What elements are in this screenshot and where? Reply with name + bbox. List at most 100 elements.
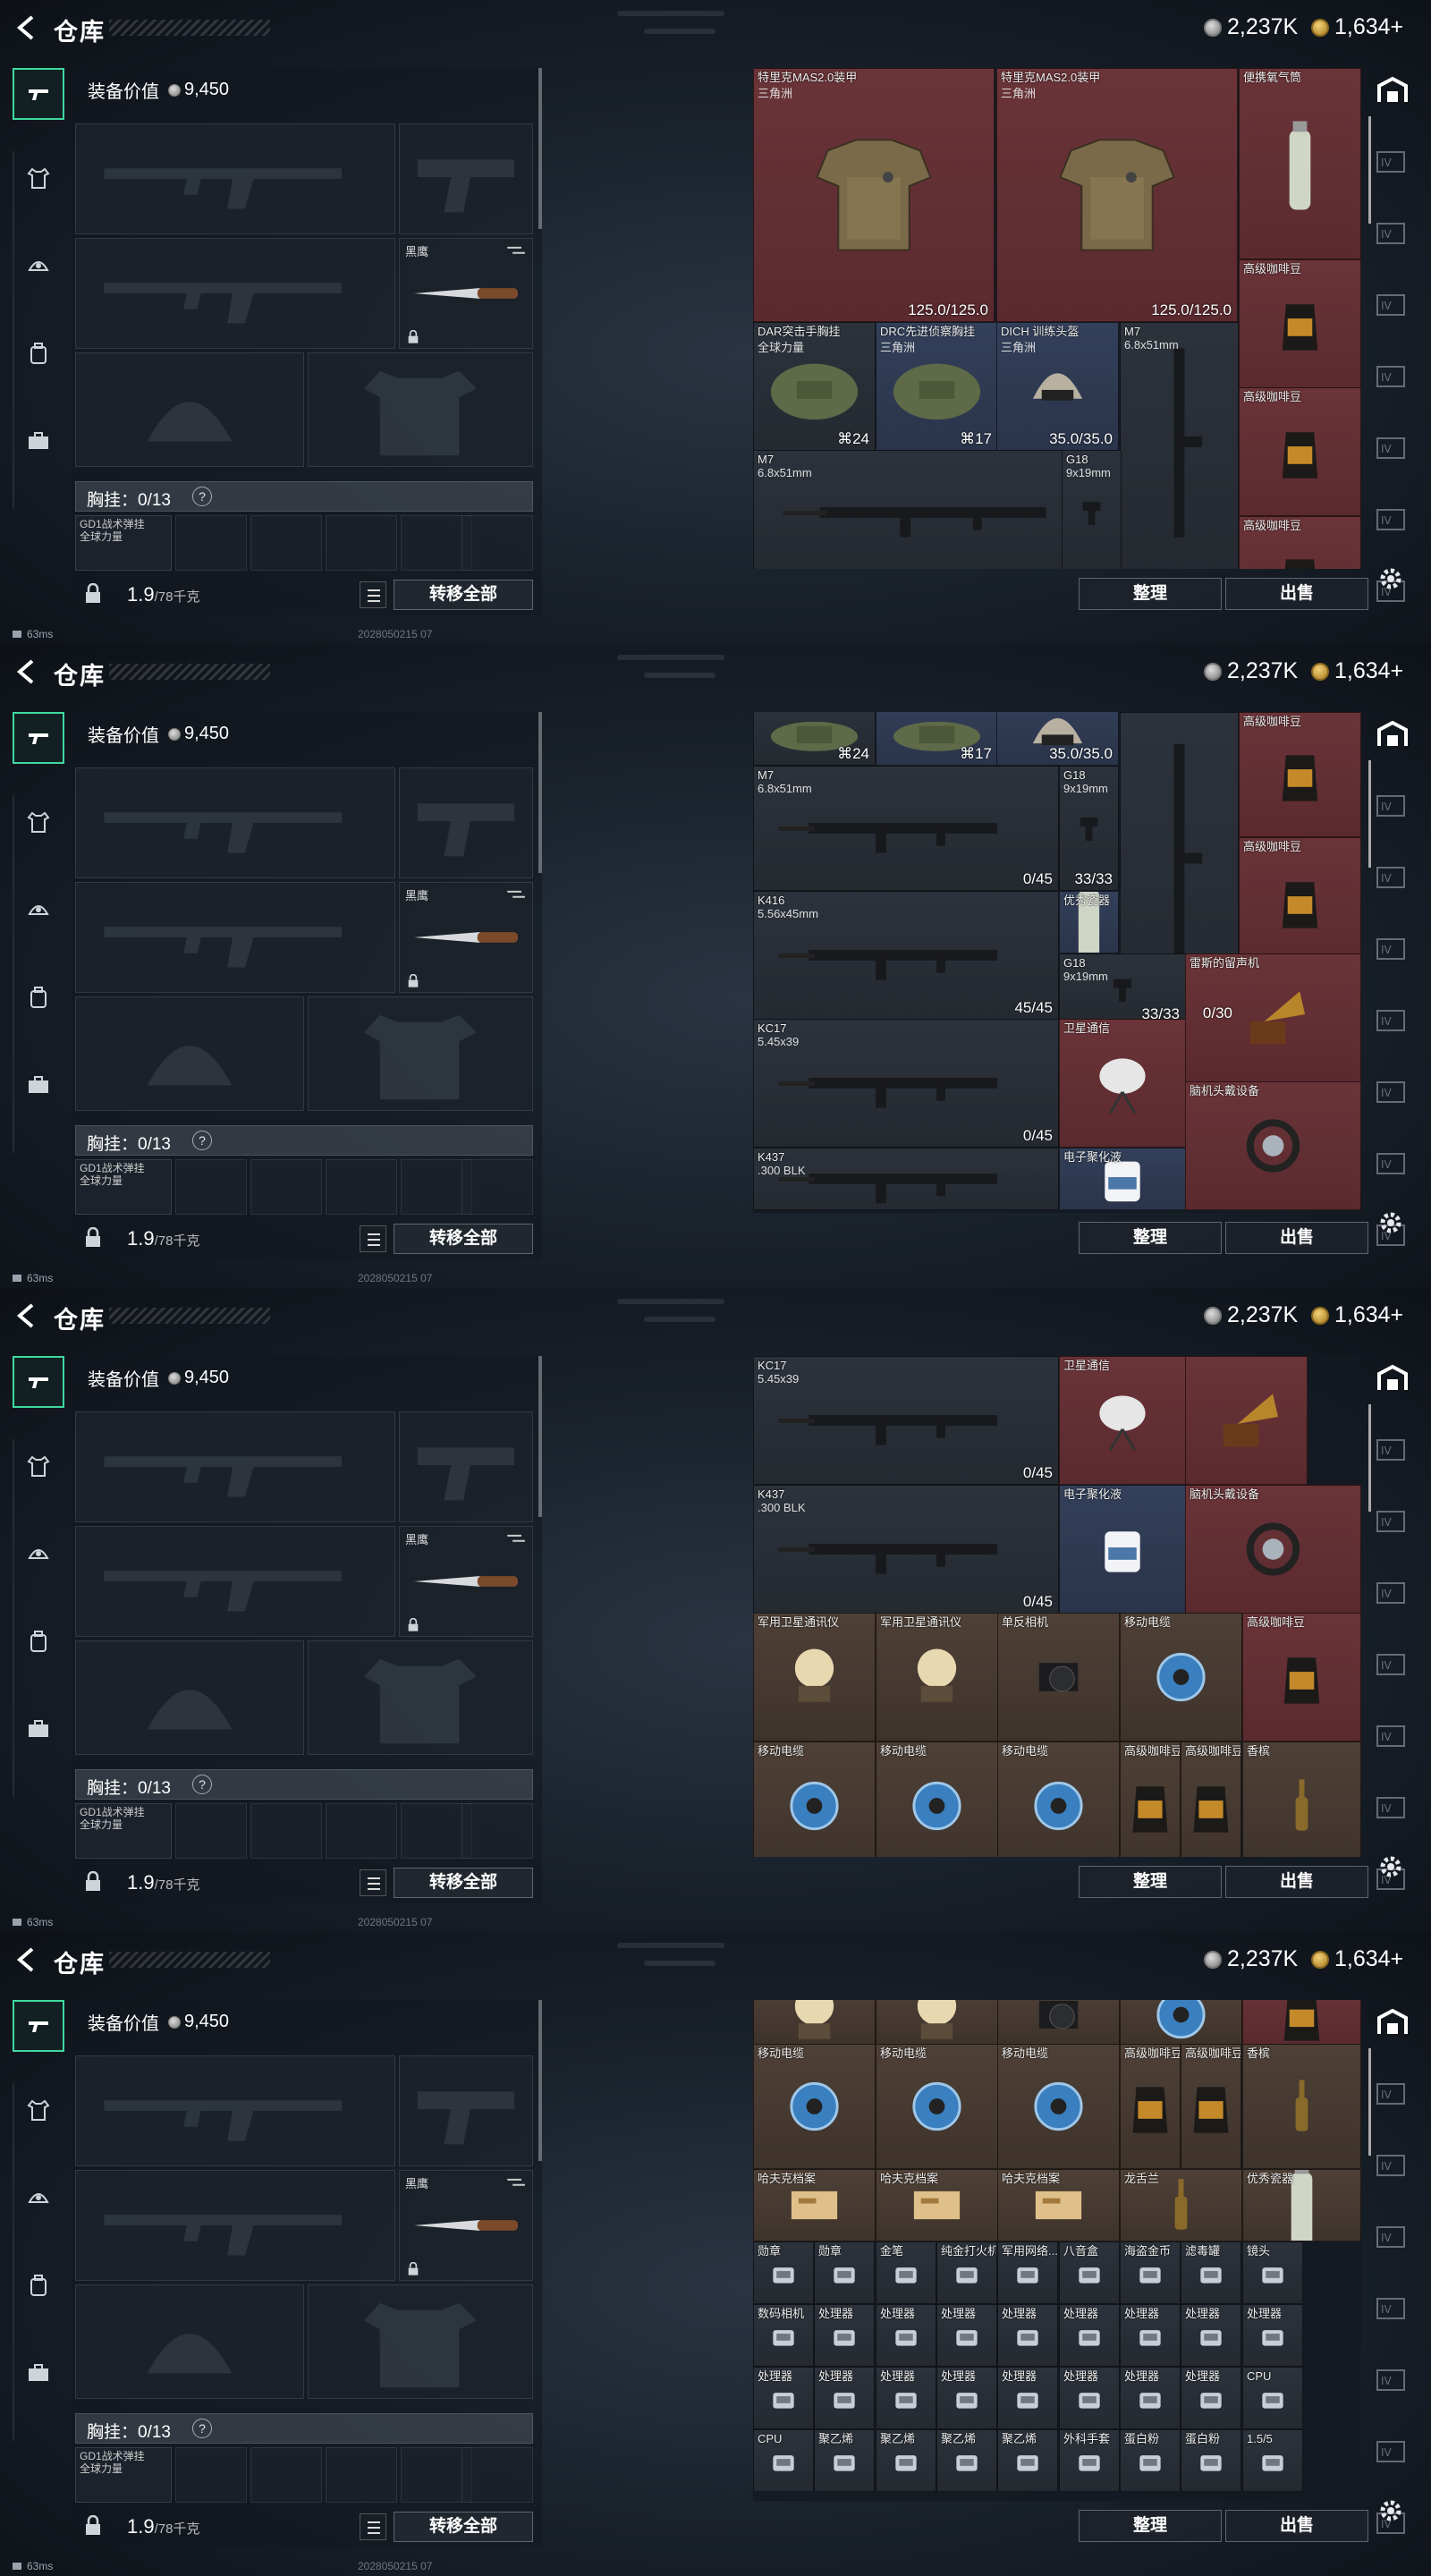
sell-button[interactable]: 出售: [1225, 2510, 1368, 2542]
helmet-slot[interactable]: [75, 2284, 304, 2399]
page-icon[interactable]: IV: [1374, 1792, 1411, 1823]
page-icon[interactable]: IV: [1374, 2079, 1411, 2109]
inventory-item[interactable]: 纯金打火机: [936, 2241, 997, 2304]
chest-slot-empty[interactable]: [461, 2447, 533, 2503]
inventory-item[interactable]: 电子聚化液: [1059, 1485, 1186, 1614]
knife-slot[interactable]: 黑鹰: [399, 1526, 533, 1637]
help-icon[interactable]: ?: [192, 487, 212, 506]
gear-icon[interactable]: [1377, 1209, 1404, 1236]
nav-backpack-button[interactable]: [13, 1617, 64, 1669]
nav-armor-button[interactable]: [13, 1442, 64, 1494]
page-icon[interactable]: IV: [1374, 1077, 1411, 1107]
transfer-all-button[interactable]: 转移全部: [394, 1868, 533, 1898]
inventory-item[interactable]: 处理器: [1120, 2367, 1181, 2429]
back-arrow-icon[interactable]: [14, 14, 41, 41]
back-arrow-icon[interactable]: [14, 658, 41, 685]
inventory-item[interactable]: [753, 2000, 876, 2045]
gold-currency[interactable]: 1,634+: [1311, 14, 1403, 40]
chest-slot-empty[interactable]: [461, 1803, 533, 1859]
primary-weapon-slot[interactable]: [75, 123, 395, 234]
inventory-item[interactable]: DICH 训练头盔 三角洲 35.0/35.0: [996, 322, 1119, 451]
nav-weapons-button[interactable]: [13, 2000, 64, 2052]
inventory-item[interactable]: 高级咖啡豆: [1239, 712, 1361, 837]
inventory-item[interactable]: 数码相机: [753, 2304, 814, 2367]
gold-currency[interactable]: 1,634+: [1311, 1302, 1403, 1328]
knife-slot[interactable]: 黑鹰: [399, 238, 533, 349]
inventory-item[interactable]: 卫星通信: [1059, 1019, 1186, 1148]
inventory-item[interactable]: 聚乙烯: [997, 2429, 1058, 2492]
page-icon[interactable]: IV: [1374, 147, 1411, 177]
primary-weapon-slot[interactable]: [75, 767, 395, 878]
nav-backpack-button[interactable]: [13, 2261, 64, 2313]
inventory-item[interactable]: 处理器: [997, 2367, 1058, 2429]
inventory-item[interactable]: 1.5/5: [1242, 2429, 1303, 2492]
nav-armor-button[interactable]: [13, 154, 64, 206]
nav-case-button[interactable]: [13, 1705, 64, 1757]
inventory-item[interactable]: 处理器: [997, 2304, 1058, 2367]
inventory-item[interactable]: 脑机头戴设备: [1185, 1485, 1361, 1614]
nav-case-button[interactable]: [13, 1061, 64, 1113]
inventory-item[interactable]: 勋章: [753, 2241, 814, 2304]
equipment-scrollbar[interactable]: [538, 1356, 542, 1517]
armor-slot[interactable]: [308, 2284, 533, 2399]
knife-slot[interactable]: 黑鹰: [399, 2170, 533, 2281]
inventory-item[interactable]: 移动电缆: [1120, 1613, 1242, 1741]
inventory-item[interactable]: KC17 5.45x39 0/45: [753, 1019, 1059, 1148]
page-icon[interactable]: IV: [1374, 2150, 1411, 2181]
inventory-item[interactable]: ⌘17: [876, 712, 998, 766]
nav-backpack-button[interactable]: [13, 329, 64, 381]
inventory-item[interactable]: 电子聚化液: [1059, 1148, 1186, 1210]
inventory-item[interactable]: 移动电缆: [997, 2044, 1120, 2169]
nav-armor-button[interactable]: [13, 2086, 64, 2138]
warehouse-icon[interactable]: [1374, 1363, 1411, 1394]
page-icon[interactable]: IV: [1374, 934, 1411, 964]
inventory-item[interactable]: 聚乙烯: [814, 2429, 875, 2492]
chest-slot-empty[interactable]: [326, 515, 397, 571]
inventory-item[interactable]: 哈夫克档案: [753, 2169, 876, 2241]
inventory-item[interactable]: 移动电缆: [997, 1741, 1120, 1857]
transfer-all-button[interactable]: 转移全部: [394, 2512, 533, 2542]
gold-currency[interactable]: 1,634+: [1311, 658, 1403, 684]
page-icon[interactable]: IV: [1374, 2293, 1411, 2324]
inventory-item[interactable]: M7 6.8x51mm: [1120, 322, 1239, 569]
chest-slot-empty[interactable]: [250, 2447, 322, 2503]
list-icon[interactable]: [360, 1225, 386, 1252]
armor-slot[interactable]: [308, 996, 533, 1111]
inventory-item[interactable]: CPU: [1242, 2367, 1303, 2429]
page-icon[interactable]: IV: [1374, 1506, 1411, 1537]
nav-backpack-button[interactable]: [13, 973, 64, 1025]
chest-item-slot[interactable]: GD1战术弹挂 全球力量: [75, 2447, 172, 2503]
pistol-slot[interactable]: [399, 1411, 533, 1522]
page-icon[interactable]: IV: [1374, 1649, 1411, 1680]
inventory-item[interactable]: DRC先进侦察胸挂 三角洲 ⌘17: [876, 322, 998, 451]
help-icon[interactable]: ?: [192, 1775, 212, 1794]
nav-weapons-button[interactable]: [13, 1356, 64, 1408]
sort-button[interactable]: 整理: [1079, 578, 1222, 610]
inventory-item[interactable]: 卫星通信: [1059, 1356, 1186, 1485]
chest-slot-empty[interactable]: [175, 2447, 247, 2503]
inventory-item[interactable]: 勋章: [814, 2241, 875, 2304]
inventory-item[interactable]: 滤毒罐: [1181, 2241, 1241, 2304]
inventory-item[interactable]: 镜头: [1242, 2241, 1303, 2304]
inventory-item[interactable]: DAR突击手胸挂 全球力量 ⌘24: [753, 322, 876, 451]
inventory-item[interactable]: 移动电缆: [753, 2044, 876, 2169]
inventory-item[interactable]: 处理器: [1181, 2304, 1241, 2367]
page-icon[interactable]: IV: [1374, 1578, 1411, 1608]
inventory-item[interactable]: 蛋白粉: [1181, 2429, 1241, 2492]
inventory-item[interactable]: 特里克MAS2.0装甲 三角洲 125.0/125.0: [996, 68, 1238, 322]
inventory-item[interactable]: 处理器: [1059, 2367, 1120, 2429]
inventory-item[interactable]: 脑机头戴设备: [1185, 1081, 1361, 1210]
inventory-item[interactable]: 军用卫星通讯仪: [876, 1613, 998, 1741]
page-icon[interactable]: IV: [1374, 2222, 1411, 2252]
inventory-item[interactable]: 八音盒: [1059, 2241, 1120, 2304]
inventory-item[interactable]: 军用网络...: [997, 2241, 1058, 2304]
sell-button[interactable]: 出售: [1225, 578, 1368, 610]
sell-button[interactable]: 出售: [1225, 1866, 1368, 1898]
inventory-item[interactable]: 处理器: [753, 2367, 814, 2429]
equipment-scrollbar[interactable]: [538, 68, 542, 229]
inventory-item[interactable]: 特里克MAS2.0装甲 三角洲 125.0/125.0: [753, 68, 995, 322]
sort-button[interactable]: 整理: [1079, 2510, 1222, 2542]
secondary-weapon-slot[interactable]: [75, 238, 395, 349]
page-icon[interactable]: IV: [1374, 2436, 1411, 2467]
page-scrollbar[interactable]: [1368, 760, 1371, 868]
